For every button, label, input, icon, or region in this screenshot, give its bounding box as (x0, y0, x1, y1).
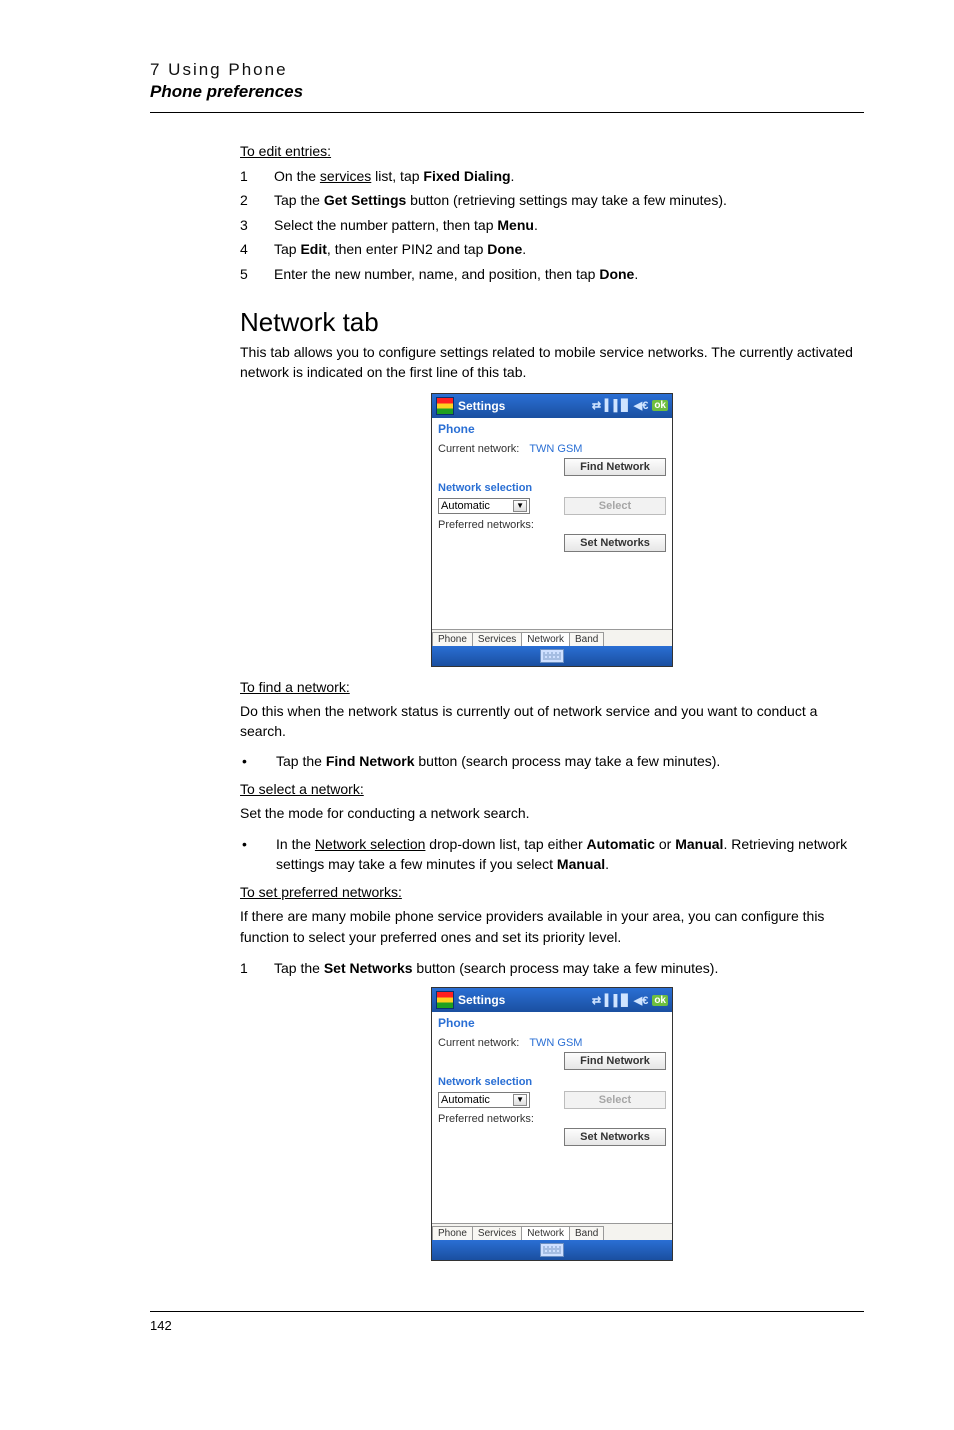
tab-network[interactable]: Network (521, 1226, 570, 1240)
tab-band[interactable]: Band (569, 1226, 604, 1240)
select-network-title: To select a network: (240, 781, 864, 797)
find-network-button[interactable]: Find Network (564, 458, 666, 476)
header-rule (150, 112, 864, 113)
chevron-down-icon[interactable]: ▼ (513, 500, 527, 512)
step-number: 1 (240, 957, 274, 979)
ok-button[interactable]: ok (652, 995, 668, 1006)
current-network-label: Current network: (438, 443, 519, 455)
step-text: On the services list, tap Fixed Dialing. (274, 165, 864, 187)
signal-icon[interactable]: ▍▌▊ (605, 399, 630, 412)
preferred-networks-para: If there are many mobile phone service p… (240, 906, 864, 947)
step-text: Tap the Set Networks button (search proc… (274, 957, 864, 979)
current-network-value: TWN GSM (519, 1037, 666, 1049)
preferred-networks-title: To set preferred networks: (240, 884, 864, 900)
select-button: Select (564, 1091, 666, 1109)
select-network-para: Set the mode for conducting a network se… (240, 803, 864, 823)
step-text: Tap the Get Settings button (retrieving … (274, 189, 864, 211)
step-text: Select the number pattern, then tap Menu… (274, 214, 864, 236)
titlebar: Settings ⇄ ▍▌▊ ◀€ ok (432, 988, 672, 1012)
screenshot-settings-network: Settings ⇄ ▍▌▊ ◀€ ok Phone Current netwo… (431, 393, 673, 667)
edit-entries-list: 1 On the services list, tap Fixed Dialin… (240, 165, 864, 285)
network-selection-dropdown[interactable]: Automatic ▼ (438, 1092, 530, 1108)
network-tab-intro: This tab allows you to configure setting… (240, 342, 864, 383)
section-heading: Phone preferences (150, 82, 864, 102)
select-button: Select (564, 497, 666, 515)
keyboard-icon[interactable] (540, 649, 564, 663)
signal-icon[interactable]: ▍▌▊ (605, 994, 630, 1007)
chapter-heading: 7 Using Phone (150, 60, 864, 80)
bottom-bar (432, 1240, 672, 1260)
window-title: Settings (458, 993, 592, 1007)
start-icon[interactable] (436, 397, 454, 415)
network-tab-heading: Network tab (240, 307, 864, 338)
sheet-title: Phone (438, 420, 666, 440)
tab-services[interactable]: Services (472, 1226, 522, 1240)
tab-strip: Phone Services Network Band (432, 629, 672, 646)
step-number: 2 (240, 189, 274, 211)
bullet-text: In the Network selection drop-down list,… (276, 834, 864, 875)
network-selection-label: Network selection (438, 482, 666, 494)
keyboard-icon[interactable] (540, 1243, 564, 1257)
preferred-networks-label: Preferred networks: (438, 519, 666, 531)
step-number: 4 (240, 238, 274, 260)
page-number: 142 (150, 1318, 864, 1333)
find-network-para: Do this when the network status is curre… (240, 701, 864, 742)
sheet-title: Phone (438, 1014, 666, 1034)
bullet-icon: • (240, 834, 276, 875)
step-number: 5 (240, 263, 274, 285)
step-text: Enter the new number, name, and position… (274, 263, 864, 285)
connectivity-icon[interactable]: ⇄ (592, 994, 601, 1007)
tab-services[interactable]: Services (472, 632, 522, 646)
network-selection-dropdown[interactable]: Automatic ▼ (438, 498, 530, 514)
preferred-networks-label: Preferred networks: (438, 1113, 666, 1125)
find-network-button[interactable]: Find Network (564, 1052, 666, 1070)
titlebar: Settings ⇄ ▍▌▊ ◀€ ok (432, 394, 672, 418)
tab-network[interactable]: Network (521, 632, 570, 646)
current-network-value: TWN GSM (519, 443, 666, 455)
tab-phone[interactable]: Phone (432, 1226, 473, 1240)
current-network-label: Current network: (438, 1037, 519, 1049)
set-networks-button[interactable]: Set Networks (564, 534, 666, 552)
volume-icon[interactable]: ◀€ (634, 399, 649, 412)
bullet-text: Tap the Find Network button (search proc… (276, 751, 864, 771)
dropdown-value: Automatic (441, 1094, 490, 1106)
step-number: 1 (240, 165, 274, 187)
screenshot-settings-network-2: Settings ⇄ ▍▌▊ ◀€ ok Phone Current netwo… (431, 987, 673, 1261)
tab-band[interactable]: Band (569, 632, 604, 646)
chevron-down-icon[interactable]: ▼ (513, 1094, 527, 1106)
set-networks-button[interactable]: Set Networks (564, 1128, 666, 1146)
bottom-bar (432, 646, 672, 666)
window-title: Settings (458, 399, 592, 413)
dropdown-value: Automatic (441, 500, 490, 512)
tab-strip: Phone Services Network Band (432, 1223, 672, 1240)
network-selection-label: Network selection (438, 1076, 666, 1088)
start-icon[interactable] (436, 991, 454, 1009)
footer-rule (150, 1311, 864, 1312)
volume-icon[interactable]: ◀€ (634, 994, 649, 1007)
edit-entries-title: To edit entries: (240, 143, 864, 159)
ok-button[interactable]: ok (652, 400, 668, 411)
tab-phone[interactable]: Phone (432, 632, 473, 646)
step-number: 3 (240, 214, 274, 236)
find-network-title: To find a network: (240, 679, 864, 695)
bullet-icon: • (240, 751, 276, 771)
connectivity-icon[interactable]: ⇄ (592, 399, 601, 412)
step-text: Tap Edit, then enter PIN2 and tap Done. (274, 238, 864, 260)
